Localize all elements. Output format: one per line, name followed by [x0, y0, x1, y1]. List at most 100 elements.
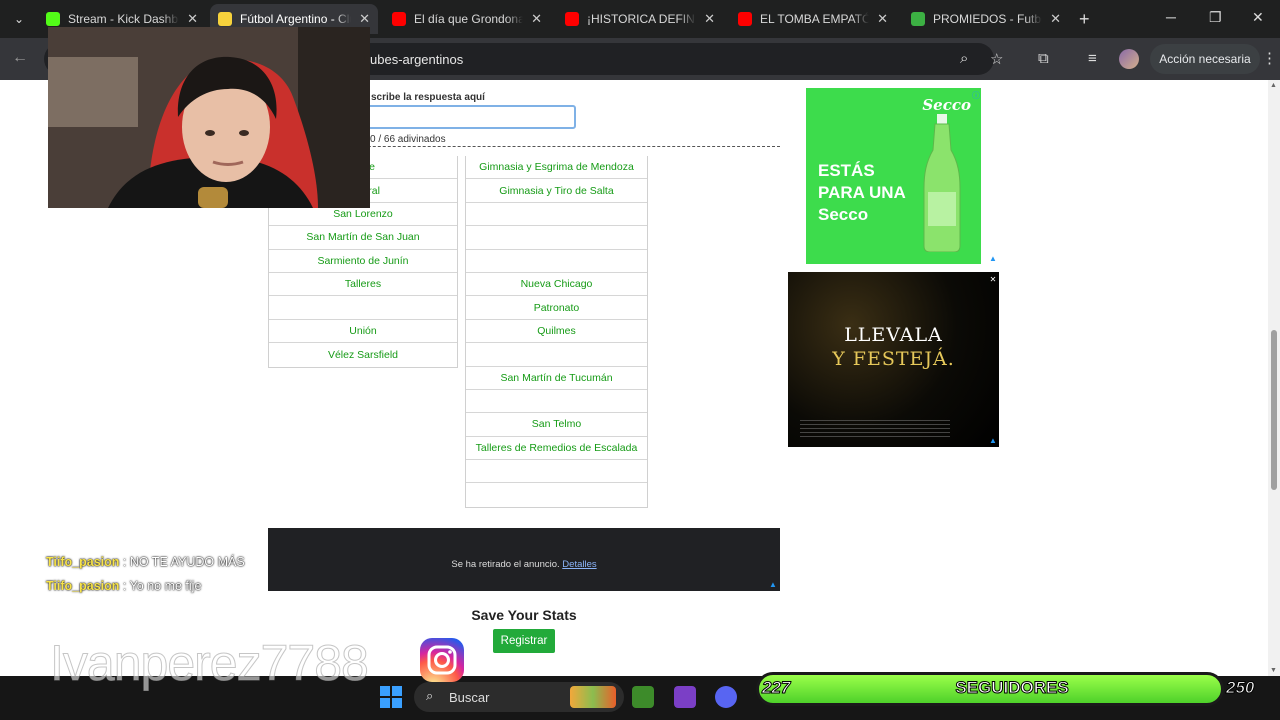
follower-goal-bar: 227 SEGUIDORES 250 [752, 670, 1270, 710]
search-icon: ⌕ [426, 688, 434, 703]
scroll-thumb[interactable] [1271, 330, 1277, 490]
follower-goal: 250 [1225, 678, 1255, 698]
chat-user: Tiifo_pasion [46, 579, 120, 593]
tab-search-icon[interactable]: ⌄ [8, 8, 30, 30]
tab-title: ¡HISTORICA DEFINICION [587, 12, 696, 26]
bookmark-star-icon[interactable]: ☆ [990, 50, 1003, 68]
answer-cell: Quilmes [466, 320, 647, 344]
chat-text: Yo no me fije [129, 579, 202, 593]
streamer-watermark: Ivanperez7788 [50, 635, 370, 692]
scroll-up-icon[interactable]: ▲ [1270, 82, 1277, 89]
chat-message: Tiifo_pasion : Yo no me fije [46, 579, 202, 593]
taskbar-search[interactable]: ⌕ Buscar [414, 682, 624, 712]
bottle-image [923, 114, 961, 252]
answers-column-2: Gimnasia y Esgrima de Mendoza Gimnasia y … [465, 156, 648, 508]
tab-title: EL TOMBA EMPATÓ C [760, 12, 870, 26]
close-tab-icon[interactable]: ✕ [187, 11, 198, 27]
ad-brand: Secco [922, 96, 971, 114]
restore-icon[interactable]: ❐ [1209, 9, 1222, 26]
ad-info-icon[interactable]: ▲ [988, 253, 998, 263]
answer-cell: Nueva Chicago [466, 273, 647, 297]
ad-info-icon[interactable]: ▲ [988, 435, 998, 445]
answer-input[interactable] [361, 105, 576, 129]
ad-headline: ESTÁS PARA UNA Secco [818, 161, 906, 224]
answer-cell: San Martín de San Juan [269, 226, 457, 250]
back-icon[interactable]: ← [12, 49, 28, 67]
url-text: ubes-argentinos [370, 52, 464, 67]
chat-message: Tiifo_pasion : NO TE AYUDO MÁS [46, 555, 245, 569]
answer-cell [466, 390, 647, 414]
register-button[interactable]: Registrar [493, 629, 555, 653]
promiedos-icon [911, 12, 925, 26]
minimize-icon[interactable]: ─ [1166, 9, 1176, 25]
answer-cell: San Martín de Tucumán [466, 367, 647, 390]
webcam-overlay [48, 27, 370, 208]
save-stats-title: Save Your Stats [471, 607, 577, 623]
answer-cell: Patronato [466, 296, 647, 320]
festeja-ad[interactable]: LLEVALA Y FESTEJÁ. ✕ ▲ [788, 272, 999, 447]
media-icon[interactable]: ≡ [1088, 50, 1097, 67]
answer-cell [466, 203, 647, 227]
screen: ⌄ Stream - Kick Dashboard ✕ Fútbol Argenti… [0, 0, 1280, 720]
removed-ad-message: Se ha retirado el anuncio. [451, 559, 560, 570]
ad-info-icon[interactable]: ▲ [768, 579, 778, 589]
streamer-image [48, 27, 370, 208]
close-tab-icon[interactable]: ✕ [1050, 11, 1061, 27]
tab-title: Stream - Kick Dashboard [68, 12, 179, 26]
search-label: Buscar [449, 690, 490, 705]
answer-cell: Gimnasia y Esgrima de Mendoza [466, 156, 647, 180]
answer-cell: San Telmo [466, 413, 647, 437]
answer-cell: Talleres [269, 273, 457, 297]
answer-cell [466, 226, 647, 250]
close-tab-icon[interactable]: ✕ [877, 11, 888, 27]
browser-tab[interactable]: ¡HISTORICA DEFINICION ✕ [557, 4, 723, 34]
close-tab-icon[interactable]: ✕ [359, 11, 370, 27]
extensions-icon[interactable]: ⧉ [1038, 50, 1049, 67]
sporcle-icon [218, 12, 232, 26]
answer-cell [466, 250, 647, 273]
close-tab-icon[interactable]: ✕ [531, 11, 542, 27]
instagram-icon [420, 638, 464, 682]
guessed-count: 0 / 66 adivinados [370, 134, 446, 145]
answer-cell [466, 343, 647, 367]
clipchamp-icon[interactable] [674, 686, 696, 708]
chat-user: Tiifo_pasion [46, 555, 120, 569]
scroll-down-icon[interactable]: ▼ [1270, 667, 1277, 674]
page-scrollbar[interactable]: ▲ ▼ [1268, 80, 1280, 676]
answer-cell: Sarmiento de Junín [269, 250, 457, 273]
removed-ad-box: Se ha retirado el anuncio. Detalles ▲ [268, 528, 780, 591]
close-tab-icon[interactable]: ✕ [704, 11, 715, 27]
profile-avatar[interactable] [1119, 49, 1139, 69]
tab-title: El día que Grondona [414, 12, 524, 26]
answer-cell: Vélez Sarsfield [327, 348, 399, 361]
ad-close-icon[interactable]: ✕ [988, 274, 998, 284]
answer-cell: Talleres de Remedios de Escalada [466, 437, 647, 461]
chat-text: NO TE AYUDO MÁS [129, 555, 245, 569]
tab-title: Fútbol Argentino - Clubes [240, 12, 351, 26]
answer-cell: Gimnasia y Tiro de Salta [466, 179, 647, 203]
youtube-icon [565, 12, 579, 26]
zoom-icon[interactable]: ⌕ [960, 50, 968, 67]
removed-ad-text: Se ha retirado el anuncio. Detalles [268, 559, 780, 570]
browser-tab[interactable]: El día que Grondona ✕ [384, 4, 550, 34]
ad-choices-icon[interactable]: ⓘ [971, 90, 981, 100]
new-tab-icon[interactable]: + [1079, 9, 1090, 30]
windows-start-icon[interactable] [380, 686, 402, 708]
browser-tab[interactable]: PROMIEDOS - Futbol ✕ [903, 4, 1069, 34]
search-highlight-image [570, 686, 616, 708]
ad-details-link[interactable]: Detalles [562, 559, 596, 570]
tab-title: PROMIEDOS - Futbol [933, 12, 1043, 26]
secco-ad[interactable]: Secco ESTÁS PARA UNA Secco ⓘ [806, 88, 981, 264]
minecraft-icon[interactable] [632, 686, 654, 708]
answer-label: scribe la respuesta aquí [371, 92, 485, 103]
answer-cell: Unión [269, 320, 457, 344]
ad-line-2: Y FESTEJÁ. [832, 348, 955, 370]
answer-cell [466, 460, 647, 484]
action-needed-button[interactable]: Acción necesaria [1150, 44, 1260, 74]
browser-tab[interactable]: EL TOMBA EMPATÓ C ✕ [730, 4, 896, 34]
menu-icon[interactable]: ⋮ [1262, 49, 1277, 67]
answer-cell [269, 296, 457, 320]
close-window-icon[interactable]: ✕ [1252, 9, 1264, 26]
kick-icon [46, 12, 60, 26]
discord-icon[interactable] [715, 686, 737, 708]
